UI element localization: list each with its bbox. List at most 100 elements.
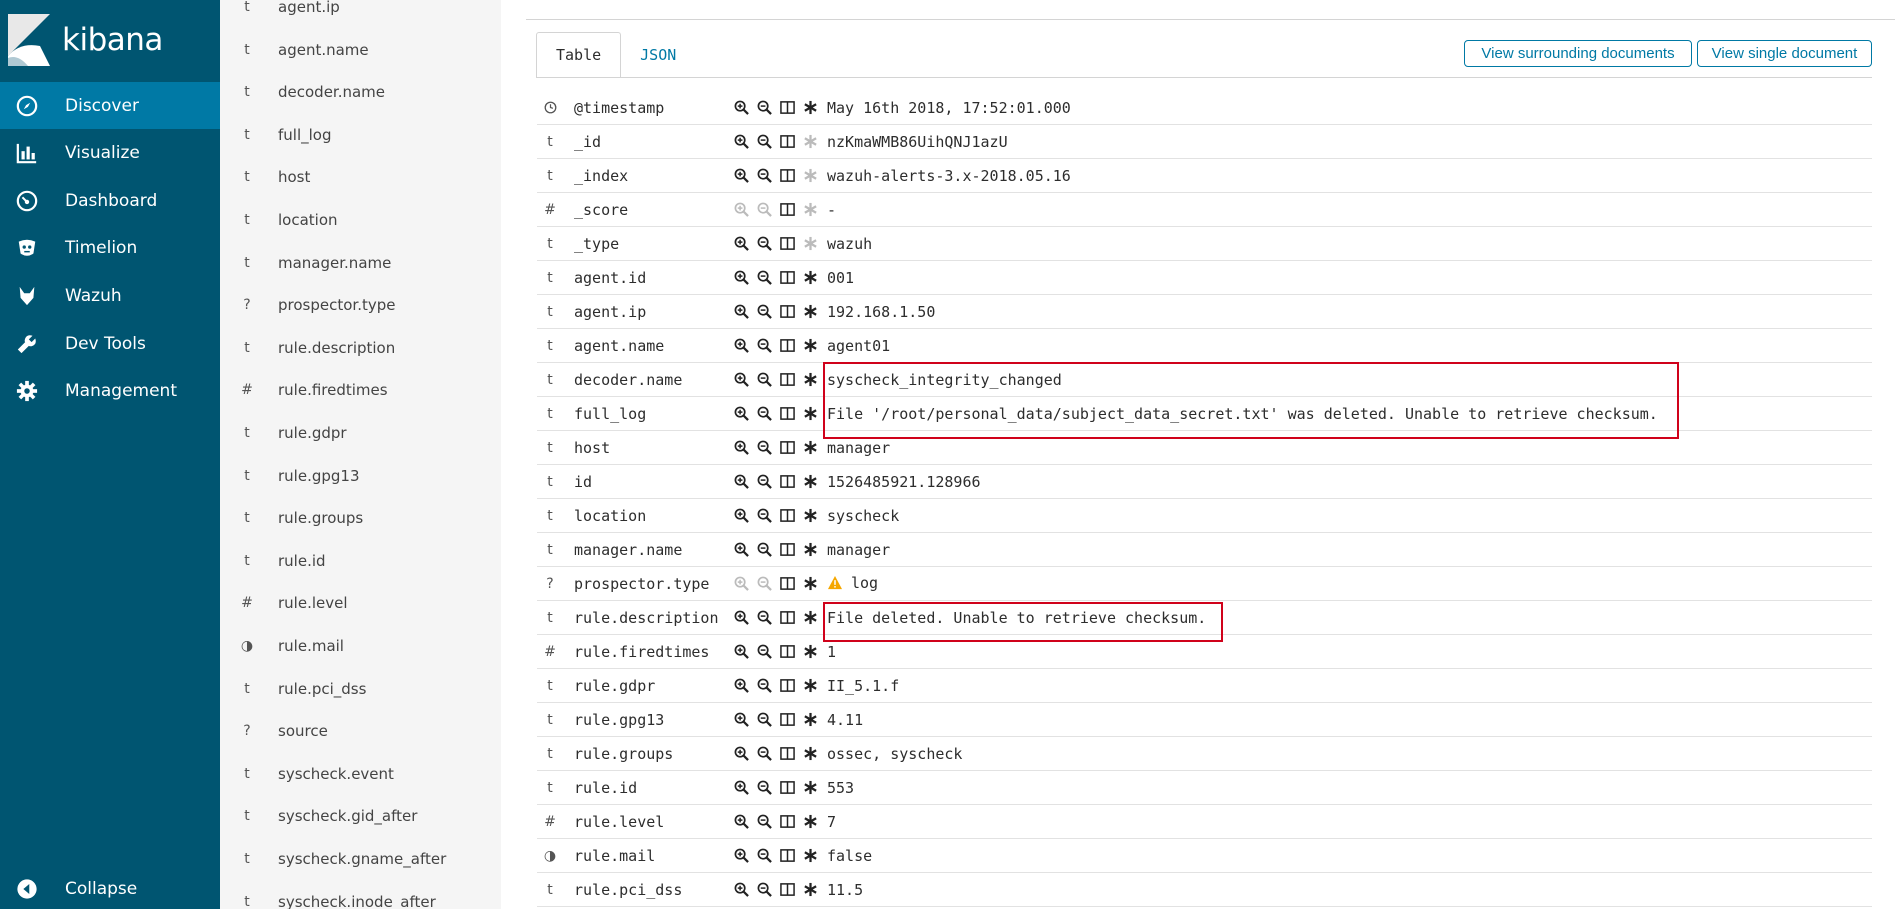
filter-out-value-icon[interactable] [753, 200, 776, 220]
field-list-item[interactable]: t manager.name [220, 242, 501, 284]
filter-for-value-icon[interactable] [730, 574, 753, 594]
filter-out-value-icon[interactable] [753, 234, 776, 254]
toggle-column-icon[interactable] [776, 438, 799, 458]
filter-for-value-icon[interactable] [730, 438, 753, 458]
collapse-button[interactable]: Collapse [0, 865, 220, 909]
filter-out-value-icon[interactable] [753, 778, 776, 798]
filter-exists-icon[interactable] [799, 472, 822, 492]
filter-exists-icon[interactable] [799, 642, 822, 662]
field-list-item[interactable]: t full_log [220, 114, 501, 156]
filter-exists-icon[interactable] [799, 370, 822, 390]
field-list-item[interactable]: t agent.name [220, 29, 501, 71]
filter-for-value-icon[interactable] [730, 676, 753, 696]
filter-out-value-icon[interactable] [753, 540, 776, 560]
filter-out-value-icon[interactable] [753, 676, 776, 696]
filter-exists-icon[interactable] [799, 98, 822, 118]
filter-out-value-icon[interactable] [753, 472, 776, 492]
field-list-item[interactable]: # rule.firedtimes [220, 369, 501, 411]
tab-json[interactable]: JSON [621, 32, 695, 78]
filter-for-value-icon[interactable] [730, 472, 753, 492]
toggle-column-icon[interactable] [776, 506, 799, 526]
kibana-logo[interactable]: kibana [8, 14, 163, 66]
filter-for-value-icon[interactable] [730, 336, 753, 356]
filter-for-value-icon[interactable] [730, 200, 753, 220]
filter-out-value-icon[interactable] [753, 880, 776, 900]
field-list-item[interactable]: t syscheck.inode_after [220, 881, 501, 909]
filter-out-value-icon[interactable] [753, 744, 776, 764]
filter-exists-icon[interactable] [799, 132, 822, 152]
filter-exists-icon[interactable] [799, 574, 822, 594]
field-list-item[interactable]: ? prospector.type [220, 284, 501, 326]
toggle-column-icon[interactable] [776, 98, 799, 118]
field-list-item[interactable]: t host [220, 156, 501, 198]
nav-item-discover[interactable]: Discover [0, 82, 220, 129]
toggle-column-icon[interactable] [776, 744, 799, 764]
field-list-item[interactable]: t rule.pci_dss [220, 668, 501, 710]
filter-exists-icon[interactable] [799, 268, 822, 288]
filter-out-value-icon[interactable] [753, 710, 776, 730]
filter-for-value-icon[interactable] [730, 268, 753, 288]
field-list-item[interactable]: t rule.groups [220, 497, 501, 539]
toggle-column-icon[interactable] [776, 846, 799, 866]
toggle-column-icon[interactable] [776, 166, 799, 186]
filter-for-value-icon[interactable] [730, 98, 753, 118]
filter-out-value-icon[interactable] [753, 438, 776, 458]
filter-out-value-icon[interactable] [753, 336, 776, 356]
field-list-item[interactable]: t syscheck.event [220, 753, 501, 795]
filter-for-value-icon[interactable] [730, 880, 753, 900]
filter-for-value-icon[interactable] [730, 744, 753, 764]
filter-exists-icon[interactable] [799, 846, 822, 866]
filter-for-value-icon[interactable] [730, 302, 753, 322]
filter-for-value-icon[interactable] [730, 540, 753, 560]
filter-exists-icon[interactable] [799, 744, 822, 764]
filter-for-value-icon[interactable] [730, 370, 753, 390]
toggle-column-icon[interactable] [776, 778, 799, 798]
filter-for-value-icon[interactable] [730, 132, 753, 152]
filter-out-value-icon[interactable] [753, 846, 776, 866]
filter-out-value-icon[interactable] [753, 98, 776, 118]
filter-for-value-icon[interactable] [730, 166, 753, 186]
filter-exists-icon[interactable] [799, 302, 822, 322]
filter-out-value-icon[interactable] [753, 608, 776, 628]
filter-for-value-icon[interactable] [730, 812, 753, 832]
field-list-item[interactable]: t rule.description [220, 327, 501, 369]
filter-for-value-icon[interactable] [730, 608, 753, 628]
filter-out-value-icon[interactable] [753, 404, 776, 424]
filter-for-value-icon[interactable] [730, 234, 753, 254]
toggle-column-icon[interactable] [776, 574, 799, 594]
toggle-column-icon[interactable] [776, 608, 799, 628]
field-list-item[interactable]: ◑ rule.mail [220, 625, 501, 667]
filter-exists-icon[interactable] [799, 404, 822, 424]
view-surrounding-documents-button[interactable]: View surrounding documents [1464, 40, 1692, 67]
field-list-item[interactable]: t syscheck.gid_after [220, 795, 501, 837]
field-list-item[interactable]: # rule.level [220, 582, 501, 624]
filter-out-value-icon[interactable] [753, 506, 776, 526]
filter-for-value-icon[interactable] [730, 710, 753, 730]
filter-for-value-icon[interactable] [730, 846, 753, 866]
filter-out-value-icon[interactable] [753, 268, 776, 288]
nav-item-timelion[interactable]: Timelion [0, 224, 220, 271]
toggle-column-icon[interactable] [776, 370, 799, 390]
filter-exists-icon[interactable] [799, 812, 822, 832]
filter-out-value-icon[interactable] [753, 132, 776, 152]
toggle-column-icon[interactable] [776, 336, 799, 356]
filter-out-value-icon[interactable] [753, 812, 776, 832]
toggle-column-icon[interactable] [776, 132, 799, 152]
filter-exists-icon[interactable] [799, 608, 822, 628]
filter-exists-icon[interactable] [799, 880, 822, 900]
toggle-column-icon[interactable] [776, 404, 799, 424]
toggle-column-icon[interactable] [776, 676, 799, 696]
field-list-item[interactable]: ? source [220, 710, 501, 752]
filter-exists-icon[interactable] [799, 336, 822, 356]
nav-item-dashboard[interactable]: Dashboard [0, 177, 220, 224]
filter-for-value-icon[interactable] [730, 506, 753, 526]
filter-out-value-icon[interactable] [753, 642, 776, 662]
field-list-item[interactable]: t syscheck.gname_after [220, 838, 501, 880]
field-list-item[interactable]: t rule.gpg13 [220, 455, 501, 497]
filter-for-value-icon[interactable] [730, 404, 753, 424]
filter-exists-icon[interactable] [799, 166, 822, 186]
filter-exists-icon[interactable] [799, 234, 822, 254]
filter-exists-icon[interactable] [799, 438, 822, 458]
nav-item-dev-tools[interactable]: Dev Tools [0, 320, 220, 367]
field-list-item[interactable]: t rule.id [220, 540, 501, 582]
